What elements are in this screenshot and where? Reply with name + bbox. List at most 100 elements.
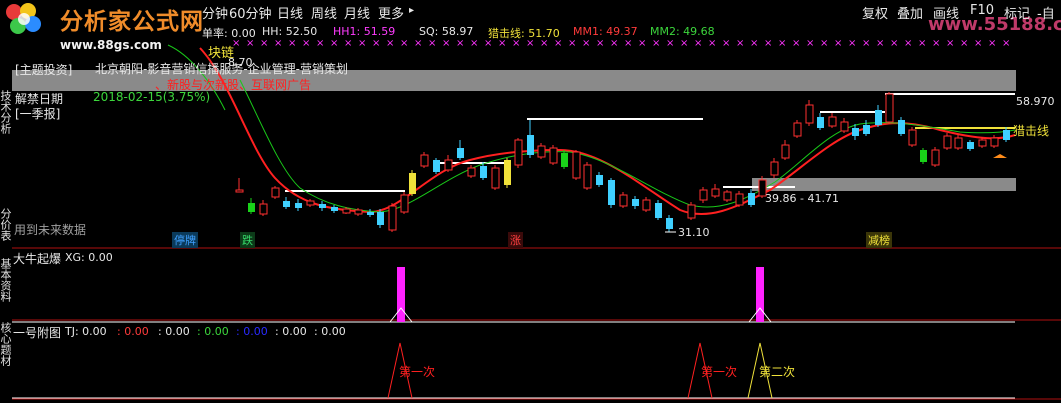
sub2-value-5: : 0.00 bbox=[275, 325, 307, 338]
candle-body bbox=[420, 154, 429, 167]
company-profile: 北京朝阳-影音营销信播服务-企业管理-营销策划 bbox=[95, 62, 348, 76]
candle-body bbox=[367, 212, 374, 215]
signal-x-marker: × bbox=[792, 38, 800, 49]
signal-x-marker: × bbox=[834, 38, 842, 49]
candle-body bbox=[748, 193, 755, 205]
signal-x-marker: × bbox=[736, 38, 744, 49]
candle-body bbox=[608, 180, 615, 205]
candle-body bbox=[491, 167, 500, 189]
signal-x-marker: × bbox=[428, 38, 436, 49]
signal-x-marker: × bbox=[540, 38, 548, 49]
candle-body bbox=[549, 147, 558, 164]
signal-label-3: 第二次 bbox=[759, 365, 796, 379]
candle-body bbox=[342, 208, 351, 214]
candle-body bbox=[852, 128, 859, 136]
candle-body bbox=[723, 191, 732, 201]
sub1-spike-2 bbox=[756, 267, 764, 322]
candle-body bbox=[990, 137, 999, 147]
signal-x-marker: × bbox=[344, 38, 352, 49]
candle-body bbox=[805, 104, 814, 124]
candle-body bbox=[632, 199, 639, 206]
sub2-value-6: : 0.00 bbox=[314, 325, 346, 338]
signal-x-marker: × bbox=[568, 38, 576, 49]
signal-x-marker: × bbox=[260, 38, 268, 49]
candle-body bbox=[306, 200, 315, 206]
signal-x-marker: × bbox=[456, 38, 464, 49]
signal-x-marker: × bbox=[778, 38, 786, 49]
concept-label: [主题投资] bbox=[15, 63, 73, 77]
candle-body bbox=[504, 160, 511, 185]
candle-body bbox=[295, 203, 302, 208]
signal-x-marker: × bbox=[358, 38, 366, 49]
signal-x-marker: × bbox=[764, 38, 772, 49]
triangle-marker-icon bbox=[993, 154, 1007, 158]
candle-body bbox=[561, 153, 568, 167]
signal-x-marker: × bbox=[988, 38, 996, 49]
signal-x-marker: × bbox=[946, 38, 954, 49]
ma-green-line bbox=[239, 79, 1016, 213]
candle-body bbox=[908, 129, 917, 146]
signal-x-marker: × bbox=[624, 38, 632, 49]
signal-x-marker: × bbox=[526, 38, 534, 49]
candle-body bbox=[954, 137, 963, 149]
price-high-label: 58.970 bbox=[1016, 95, 1055, 108]
signal-x-marker: × bbox=[246, 38, 254, 49]
candle-body bbox=[572, 151, 581, 179]
candle-body bbox=[885, 93, 894, 123]
candle-body bbox=[259, 203, 268, 215]
candle-body bbox=[480, 166, 487, 178]
signal-label-2: 第一次 bbox=[701, 365, 738, 379]
candle-body bbox=[271, 187, 280, 198]
candle-body bbox=[331, 207, 338, 211]
sub2-value-3: : 0.00 bbox=[197, 325, 229, 338]
signal-x-marker: × bbox=[386, 38, 394, 49]
candle-body bbox=[817, 117, 824, 128]
price-low-label: 31.10 bbox=[678, 226, 710, 239]
signal-x-marker: × bbox=[512, 38, 520, 49]
candle-body bbox=[711, 188, 720, 197]
signal-x-marker: × bbox=[932, 38, 940, 49]
signal-x-marker: × bbox=[750, 38, 758, 49]
signal-label-1: 第一次 bbox=[399, 365, 436, 379]
candle-body bbox=[967, 142, 974, 149]
candle-body bbox=[863, 125, 870, 134]
signal-x-marker: × bbox=[666, 38, 674, 49]
candle-body bbox=[409, 173, 416, 194]
candle-body bbox=[687, 204, 696, 219]
range-label: 39.86 - 41.71 bbox=[765, 192, 839, 205]
signal-x-marker: × bbox=[960, 38, 968, 49]
release-date-value: 2018-02-15(3.75%) bbox=[93, 90, 211, 104]
signal-x-marker: × bbox=[554, 38, 562, 49]
sub2-title[interactable]: 一号附图 bbox=[13, 324, 61, 341]
future-data-note: 用到未来数据 bbox=[14, 223, 87, 237]
event-tag-list[interactable]: 减榜 bbox=[866, 232, 892, 248]
candle-body bbox=[781, 144, 790, 159]
signal-x-marker: × bbox=[1002, 38, 1010, 49]
signal-x-marker: × bbox=[470, 38, 478, 49]
signal-x-marker: × bbox=[876, 38, 884, 49]
candle-body bbox=[920, 150, 927, 162]
candle-body bbox=[235, 189, 244, 193]
candle-body bbox=[467, 167, 476, 177]
attack-line-label: 猎击线 bbox=[1013, 124, 1050, 138]
candle-body bbox=[583, 164, 592, 189]
sub1-title[interactable]: 大牛起爆 bbox=[13, 250, 61, 267]
signal-x-marker: × bbox=[722, 38, 730, 49]
sub2-tj-value: TJ: 0.00 bbox=[65, 325, 107, 338]
signal-x-marker: × bbox=[414, 38, 422, 49]
signal-x-marker: × bbox=[652, 38, 660, 49]
event-tag-fall[interactable]: 跌 bbox=[240, 232, 255, 248]
candle-body bbox=[537, 145, 546, 158]
signal-x-marker: × bbox=[372, 38, 380, 49]
signal-x-marker: × bbox=[890, 38, 898, 49]
signal-x-marker: × bbox=[708, 38, 716, 49]
candle-body bbox=[793, 122, 802, 137]
candle-body bbox=[978, 139, 987, 147]
signal-x-marker: × bbox=[442, 38, 450, 49]
event-tag-suspend[interactable]: 停牌 bbox=[172, 232, 198, 248]
candle-body bbox=[840, 121, 849, 132]
candle-body bbox=[642, 199, 651, 211]
event-tag-rise[interactable]: 涨 bbox=[508, 232, 523, 248]
signal-x-marker: × bbox=[694, 38, 702, 49]
signal-x-marker: × bbox=[582, 38, 590, 49]
